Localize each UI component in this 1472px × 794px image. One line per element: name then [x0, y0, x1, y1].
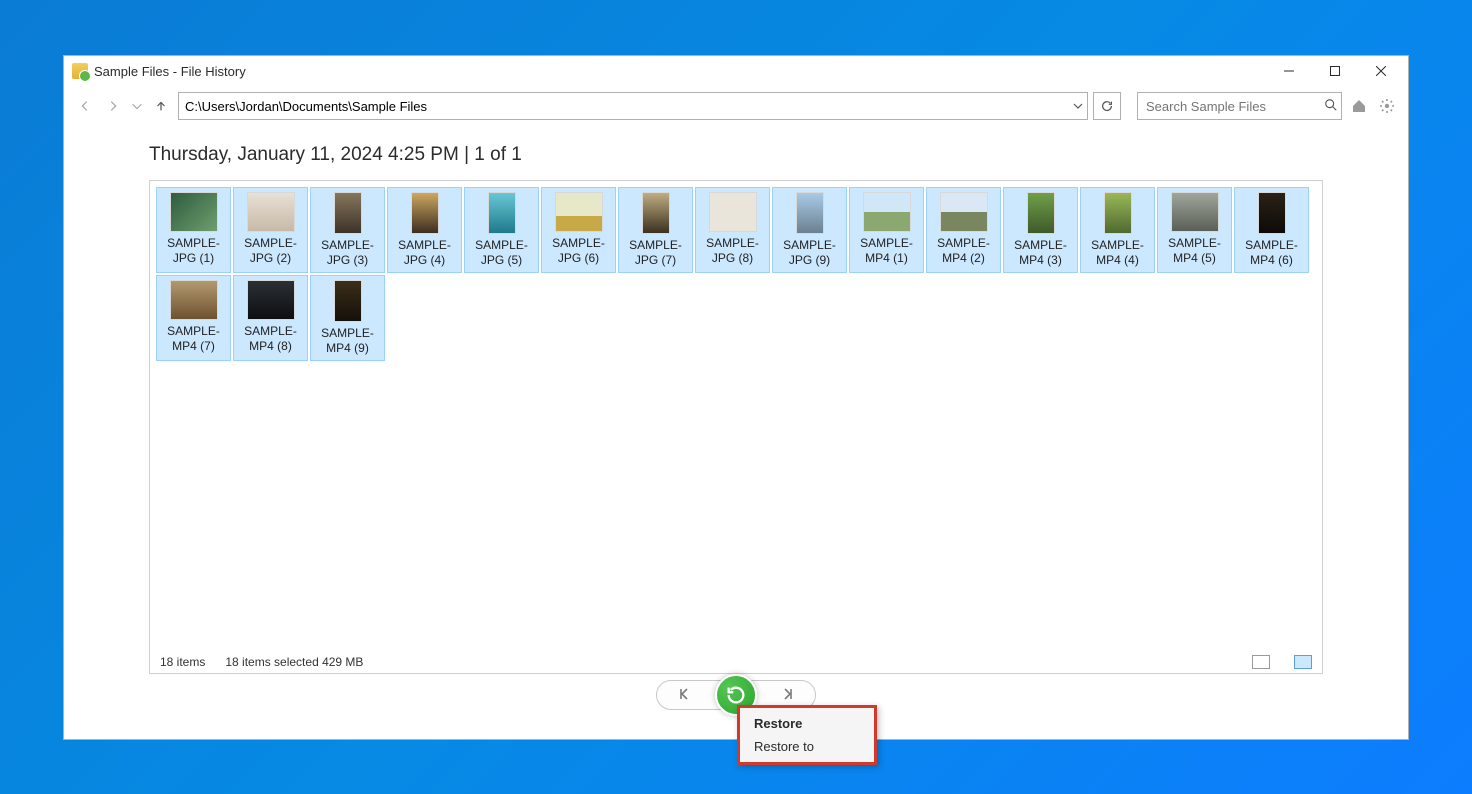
file-thumbnail: [247, 192, 295, 232]
file-thumbnail: [247, 280, 295, 320]
file-item[interactable]: SAMPLE-JPG (2): [233, 187, 308, 273]
status-bar: 18 items 18 items selected 429 MB: [150, 649, 1322, 673]
view-thumbnails-icon[interactable]: [1294, 655, 1312, 669]
address-dropdown-icon[interactable]: [1067, 99, 1087, 114]
file-label: SAMPLE-MP4 (8): [236, 324, 305, 354]
file-history-window: Sample Files - File History: [63, 55, 1409, 740]
search-box[interactable]: [1137, 92, 1342, 120]
close-button[interactable]: [1358, 56, 1404, 86]
toolbar: [64, 86, 1408, 126]
file-thumbnail: [555, 192, 603, 232]
file-thumbnail: [940, 192, 988, 232]
file-thumbnail: [796, 192, 824, 234]
up-button[interactable]: [150, 95, 172, 117]
file-item[interactable]: SAMPLE-MP4 (8): [233, 275, 308, 361]
file-item[interactable]: SAMPLE-MP4 (3): [1003, 187, 1078, 273]
file-label: SAMPLE-JPG (5): [467, 238, 536, 268]
file-label: SAMPLE-JPG (4): [390, 238, 459, 268]
home-icon[interactable]: [1348, 95, 1370, 117]
file-thumbnail: [488, 192, 516, 234]
file-thumbnail: [1027, 192, 1055, 234]
file-grid[interactable]: SAMPLE-JPG (1) SAMPLE-JPG (2) SAMPLE-JPG (…: [150, 181, 1322, 649]
file-label: SAMPLE-JPG (9): [775, 238, 844, 268]
next-version-button[interactable]: [781, 686, 797, 705]
minimize-button[interactable]: [1266, 56, 1312, 86]
file-item[interactable]: SAMPLE-MP4 (7): [156, 275, 231, 361]
file-thumbnail: [170, 192, 218, 232]
file-thumbnail: [411, 192, 439, 234]
file-item[interactable]: SAMPLE-JPG (5): [464, 187, 539, 273]
file-item[interactable]: SAMPLE-JPG (3): [310, 187, 385, 273]
file-label: SAMPLE-MP4 (4): [1083, 238, 1152, 268]
menu-item-restore[interactable]: Restore: [740, 712, 874, 735]
previous-version-button[interactable]: [675, 686, 691, 705]
file-label: SAMPLE-MP4 (2): [929, 236, 998, 266]
file-label: SAMPLE-JPG (7): [621, 238, 690, 268]
back-button[interactable]: [74, 95, 96, 117]
file-thumbnail: [170, 280, 218, 320]
file-thumbnail: [1171, 192, 1219, 232]
file-thumbnail: [642, 192, 670, 234]
file-label: SAMPLE-JPG (1): [159, 236, 228, 266]
search-input[interactable]: [1144, 98, 1324, 115]
file-thumbnail: [1104, 192, 1132, 234]
file-item[interactable]: SAMPLE-MP4 (6): [1234, 187, 1309, 273]
file-label: SAMPLE-JPG (6): [544, 236, 613, 266]
maximize-button[interactable]: [1312, 56, 1358, 86]
search-icon: [1324, 98, 1338, 115]
file-thumbnail: [334, 192, 362, 234]
window-title: Sample Files - File History: [94, 64, 246, 79]
file-item[interactable]: SAMPLE-JPG (9): [772, 187, 847, 273]
file-item[interactable]: SAMPLE-JPG (8): [695, 187, 770, 273]
file-label: SAMPLE-JPG (8): [698, 236, 767, 266]
file-label: SAMPLE-MP4 (7): [159, 324, 228, 354]
file-thumbnail: [709, 192, 757, 232]
status-count: 18 items: [160, 655, 205, 669]
address-input[interactable]: [179, 99, 1067, 114]
file-label: SAMPLE-MP4 (9): [313, 326, 382, 356]
file-item[interactable]: SAMPLE-JPG (4): [387, 187, 462, 273]
file-pane: SAMPLE-JPG (1) SAMPLE-JPG (2) SAMPLE-JPG (…: [149, 180, 1323, 674]
forward-button[interactable]: [102, 95, 124, 117]
file-item[interactable]: SAMPLE-JPG (6): [541, 187, 616, 273]
restore-context-menu: Restore Restore to: [737, 705, 877, 765]
version-heading: Thursday, January 11, 2024 4:25 PM | 1 o…: [149, 144, 1323, 166]
file-item[interactable]: SAMPLE-MP4 (9): [310, 275, 385, 361]
app-icon: [72, 63, 88, 79]
file-label: SAMPLE-MP4 (3): [1006, 238, 1075, 268]
gear-icon[interactable]: [1376, 95, 1398, 117]
file-thumbnail: [863, 192, 911, 232]
file-item[interactable]: SAMPLE-JPG (7): [618, 187, 693, 273]
file-label: SAMPLE-JPG (2): [236, 236, 305, 266]
bottom-bar: [64, 674, 1408, 739]
file-item[interactable]: SAMPLE-MP4 (4): [1080, 187, 1155, 273]
status-selected: 18 items selected 429 MB: [225, 655, 363, 669]
file-item[interactable]: SAMPLE-MP4 (2): [926, 187, 1001, 273]
file-thumbnail: [334, 280, 362, 322]
menu-item-restore-to[interactable]: Restore to: [740, 735, 874, 758]
file-label: SAMPLE-MP4 (5): [1160, 236, 1229, 266]
file-item[interactable]: SAMPLE-JPG (1): [156, 187, 231, 273]
refresh-button[interactable]: [1093, 92, 1121, 120]
file-label: SAMPLE-JPG (3): [313, 238, 382, 268]
file-item[interactable]: SAMPLE-MP4 (5): [1157, 187, 1232, 273]
file-label: SAMPLE-MP4 (1): [852, 236, 921, 266]
view-details-icon[interactable]: [1252, 655, 1270, 669]
address-bar[interactable]: [178, 92, 1088, 120]
file-label: SAMPLE-MP4 (6): [1237, 238, 1306, 268]
recent-dropdown-icon[interactable]: [130, 95, 144, 117]
titlebar: Sample Files - File History: [64, 56, 1408, 86]
file-thumbnail: [1258, 192, 1286, 234]
content-area: Thursday, January 11, 2024 4:25 PM | 1 o…: [64, 126, 1408, 674]
file-item[interactable]: SAMPLE-MP4 (1): [849, 187, 924, 273]
